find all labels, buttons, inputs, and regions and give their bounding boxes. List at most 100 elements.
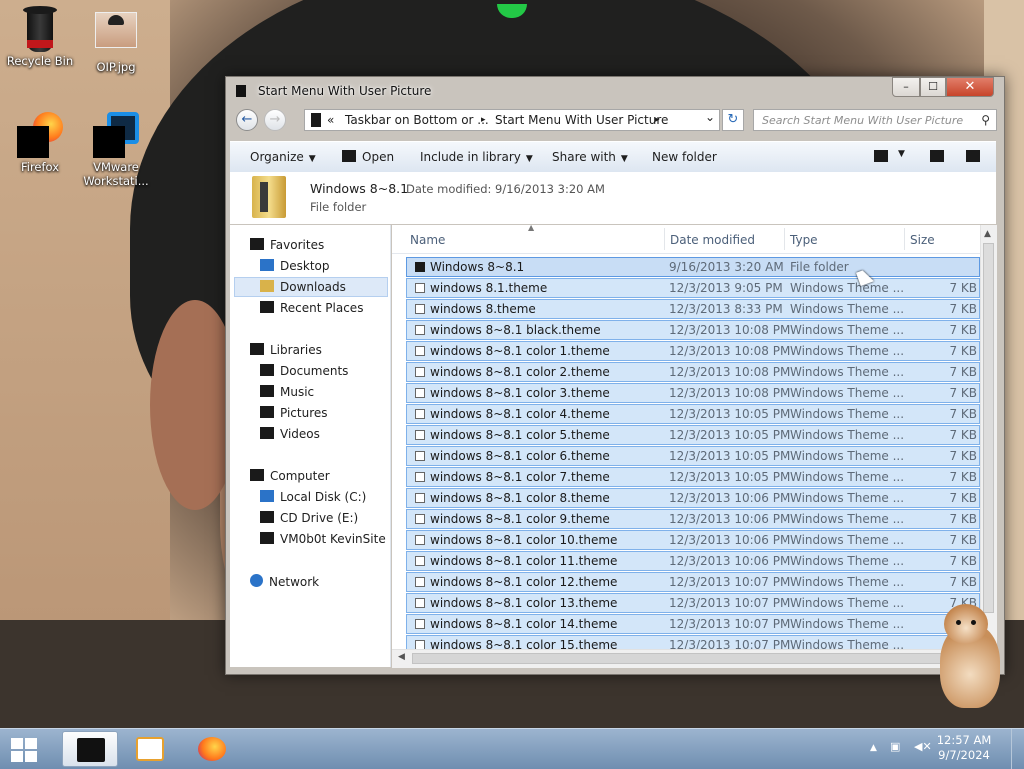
help-icon[interactable] bbox=[966, 150, 980, 162]
desktop-icon-firefox[interactable]: Firefox bbox=[0, 112, 80, 174]
taskbar-firefox-button[interactable] bbox=[184, 731, 240, 767]
title-bar[interactable]: Start Menu With User Picture – ☐ ✕ bbox=[226, 77, 1004, 105]
table-row[interactable]: Windows 8~8.1 9/16/2013 3:20 AM File folde… bbox=[406, 257, 980, 277]
view-dropdown-icon[interactable]: ▼ bbox=[898, 149, 905, 159]
explorer-window[interactable]: Start Menu With User Picture – ☐ ✕ ← → «… bbox=[225, 76, 1005, 675]
nav-documents[interactable]: Documents bbox=[260, 364, 348, 378]
table-row[interactable]: windows 8~8.1 black.theme 12/3/2013 10:08… bbox=[406, 320, 980, 340]
theme-file-icon bbox=[415, 283, 425, 293]
include-in-library-button[interactable]: Include in library ▼ bbox=[420, 150, 533, 164]
search-input[interactable]: Search Start Menu With User Picture ⚲ bbox=[753, 109, 997, 131]
table-row[interactable]: windows 8~8.1 color 13.theme 12/3/2013 10… bbox=[406, 593, 980, 613]
table-row[interactable]: windows 8~8.1 color 2.theme 12/3/2013 10:… bbox=[406, 362, 980, 382]
table-row[interactable]: windows 8.theme 12/3/2013 8:33 PM Windows … bbox=[406, 299, 980, 319]
volume-muted-icon[interactable]: ◀✕ bbox=[914, 740, 932, 753]
theme-file-icon bbox=[415, 409, 425, 419]
desktop-icon-oip-jpg[interactable]: OIP.jpg bbox=[76, 6, 156, 74]
horizontal-scrollbar[interactable]: ◀ bbox=[392, 649, 980, 668]
breadcrumb-separator[interactable]: ▸ bbox=[481, 115, 486, 125]
new-folder-button[interactable]: New folder bbox=[652, 150, 717, 164]
nav-desktop[interactable]: Desktop bbox=[260, 259, 330, 273]
column-divider[interactable] bbox=[664, 228, 665, 250]
table-row[interactable]: windows 8~8.1 color 14.theme 12/3/2013 10… bbox=[406, 614, 980, 634]
desktop-icon-vmware[interactable]: VMware Workstati... bbox=[76, 112, 156, 188]
table-row[interactable]: windows 8~8.1 color 4.theme 12/3/2013 10:… bbox=[406, 404, 980, 424]
nav-vm-site[interactable]: VM0b0t KevinSite bbox=[260, 532, 386, 546]
table-row[interactable]: windows 8~8.1 color 8.theme 12/3/2013 10:… bbox=[406, 488, 980, 508]
back-arrow-icon[interactable]: ← bbox=[236, 109, 258, 131]
search-icon[interactable]: ⚲ bbox=[981, 113, 990, 127]
file-date: 12/3/2013 9:05 PM bbox=[669, 281, 783, 295]
file-type: Windows Theme ... bbox=[790, 323, 905, 337]
breadcrumb-separator[interactable]: ▸ bbox=[655, 115, 660, 125]
column-divider[interactable] bbox=[784, 228, 785, 250]
open-button[interactable]: Open bbox=[362, 150, 394, 164]
table-row[interactable]: windows 8~8.1 color 1.theme 12/3/2013 10:… bbox=[406, 341, 980, 361]
refresh-icon[interactable]: ↻ bbox=[722, 109, 744, 131]
address-overflow[interactable]: « bbox=[327, 113, 334, 127]
network-icon bbox=[250, 574, 263, 587]
file-type: Windows Theme ... bbox=[790, 281, 905, 295]
table-row[interactable]: windows 8~8.1 color 11.theme 12/3/2013 10… bbox=[406, 551, 980, 571]
breadcrumb-taskbar[interactable]: Taskbar on Bottom or ... bbox=[345, 113, 489, 127]
taskbar-media-player-button[interactable] bbox=[122, 731, 178, 767]
vertical-scroll-thumb[interactable] bbox=[983, 243, 994, 613]
nav-downloads[interactable]: Downloads bbox=[260, 280, 346, 294]
nav-cd-drive[interactable]: CD Drive (E:) bbox=[260, 511, 358, 525]
column-header-date[interactable]: Date modified bbox=[670, 233, 755, 247]
nav-local-disk[interactable]: Local Disk (C:) bbox=[260, 490, 366, 504]
address-bar[interactable]: « Taskbar on Bottom or ... ▸ Start Menu … bbox=[304, 109, 720, 131]
hamster-desktop-pet[interactable] bbox=[930, 604, 1004, 708]
table-row[interactable]: windows 8~8.1 color 7.theme 12/3/2013 10:… bbox=[406, 467, 980, 487]
system-clock[interactable]: 12:57 AM 9/7/2024 bbox=[934, 733, 994, 763]
share-with-button[interactable]: Share with ▼ bbox=[552, 150, 628, 164]
close-button[interactable]: ✕ bbox=[946, 77, 994, 97]
column-divider[interactable] bbox=[904, 228, 905, 250]
show-desktop-button[interactable] bbox=[1011, 729, 1024, 769]
theme-file-icon bbox=[415, 451, 425, 461]
windows-logo-icon bbox=[11, 738, 23, 749]
nav-pictures[interactable]: Pictures bbox=[260, 406, 328, 420]
theme-file-icon bbox=[415, 346, 425, 356]
minimize-button[interactable]: – bbox=[892, 77, 920, 97]
file-size: 7 KB bbox=[949, 323, 977, 337]
table-row[interactable]: windows 8~8.1 color 5.theme 12/3/2013 10:… bbox=[406, 425, 980, 445]
table-row[interactable]: windows 8.1.theme 12/3/2013 9:05 PM Window… bbox=[406, 278, 980, 298]
table-row[interactable]: windows 8~8.1 color 6.theme 12/3/2013 10:… bbox=[406, 446, 980, 466]
vertical-scrollbar[interactable]: ▲ bbox=[980, 225, 997, 649]
start-button[interactable] bbox=[8, 736, 40, 762]
scroll-left-icon[interactable]: ◀ bbox=[398, 652, 405, 662]
column-header-size[interactable]: Size bbox=[910, 233, 935, 247]
breadcrumb-current[interactable]: Start Menu With User Picture bbox=[495, 113, 668, 127]
nav-videos[interactable]: Videos bbox=[260, 427, 320, 441]
nav-music[interactable]: Music bbox=[260, 385, 314, 399]
nav-network[interactable]: Network bbox=[250, 574, 319, 589]
table-row[interactable]: windows 8~8.1 color 10.theme 12/3/2013 10… bbox=[406, 530, 980, 550]
desktop-icon-label: VMware Workstati... bbox=[83, 160, 149, 188]
nav-favorites[interactable]: Favorites bbox=[250, 238, 324, 252]
file-name: windows 8~8.1 color 3.theme bbox=[430, 386, 610, 400]
column-header-type[interactable]: Type bbox=[790, 233, 818, 247]
change-view-icon[interactable] bbox=[874, 150, 888, 162]
table-row[interactable]: windows 8~8.1 color 9.theme 12/3/2013 10:… bbox=[406, 509, 980, 529]
column-header-name[interactable]: Name bbox=[410, 233, 445, 247]
maximize-button[interactable]: ☐ bbox=[920, 77, 946, 97]
table-row[interactable]: windows 8~8.1 color 12.theme 12/3/2013 10… bbox=[406, 572, 980, 592]
network-tray-icon[interactable]: ▣ bbox=[890, 740, 900, 753]
horizontal-scroll-thumb[interactable] bbox=[412, 653, 960, 664]
nav-libraries[interactable]: Libraries bbox=[250, 343, 322, 357]
file-date: 12/3/2013 10:05 PM bbox=[669, 470, 791, 484]
desktop-icon-recycle-bin[interactable]: Recycle Bin bbox=[0, 6, 80, 68]
navigation-pane: Favorites Desktop Downloads Recent Place… bbox=[230, 225, 391, 667]
folder-icon bbox=[252, 176, 286, 218]
scroll-up-icon[interactable]: ▲ bbox=[984, 229, 991, 239]
taskbar-explorer-button[interactable] bbox=[62, 731, 118, 767]
table-row[interactable]: windows 8~8.1 color 3.theme 12/3/2013 10:… bbox=[406, 383, 980, 403]
forward-arrow-icon[interactable]: → bbox=[264, 109, 286, 131]
nav-computer[interactable]: Computer bbox=[250, 469, 330, 483]
organize-button[interactable]: Organize ▼ bbox=[250, 150, 316, 164]
preview-pane-icon[interactable] bbox=[930, 150, 944, 162]
nav-recent-places[interactable]: Recent Places bbox=[260, 301, 363, 315]
show-hidden-icons-button[interactable]: ▲ bbox=[870, 743, 877, 753]
address-dropdown-icon[interactable]: ⌄ bbox=[705, 110, 715, 124]
